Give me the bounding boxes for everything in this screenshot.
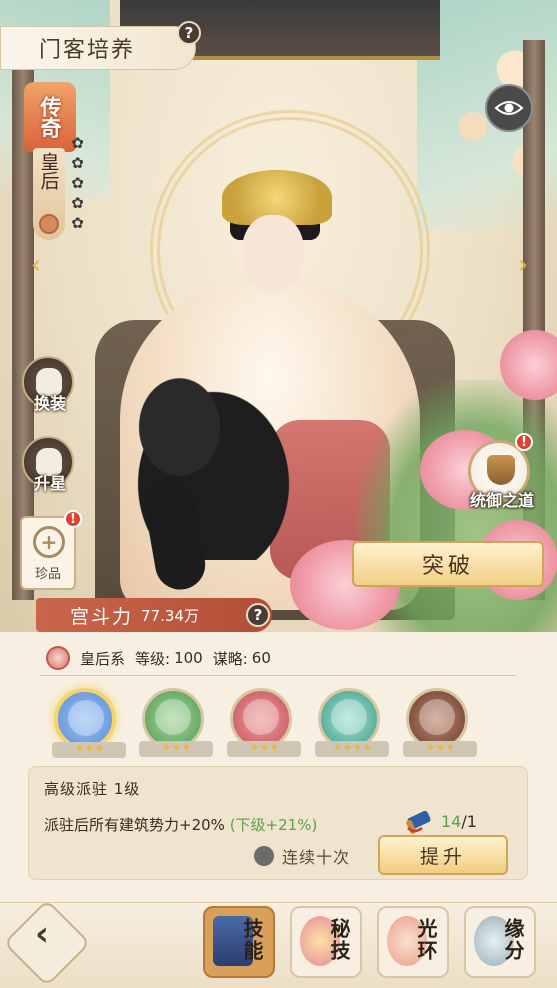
view-toggle-button[interactable] [485, 84, 533, 132]
tab-aura-label: 光环 [414, 918, 438, 962]
skill-stars: ✦✦✦ [227, 741, 301, 757]
treasure-button[interactable]: + 珍品 ! [20, 510, 82, 590]
command-way-icon [487, 455, 515, 485]
character-title: 皇后 [33, 148, 65, 240]
petal-icon: ✿ [71, 174, 84, 192]
skill-effect-text: 派驻后所有建筑势力+20% [44, 816, 225, 834]
character-title-text: 皇后 [37, 152, 60, 190]
skill-icon [331, 699, 367, 735]
skill-slot-3[interactable]: ✦✦✦ [227, 688, 301, 757]
petal-icon: ✿ [71, 154, 84, 172]
seal-icon [39, 214, 59, 234]
treasure-label: 珍品 [34, 567, 61, 582]
skill-icon [243, 699, 279, 735]
help-icon[interactable]: ? [177, 21, 201, 45]
command-way-button[interactable]: 统御之道 ! [468, 433, 534, 510]
continuous-ten-label: 连续十次 [282, 848, 351, 867]
tab-secret-label: 秘技 [327, 918, 351, 962]
skill-detail-title: 高级派驻 1级 [44, 780, 141, 798]
skill-slot-2[interactable]: ✦✦✦ [139, 688, 213, 757]
skill-stars: ✦✦✦ [139, 741, 213, 757]
page-title-tab: 门客培养 ? [0, 21, 201, 70]
strategy-label: 谋略: [212, 649, 248, 668]
continuous-ten-toggle[interactable]: 连续十次 [254, 845, 350, 867]
strategy-value: 60 [251, 649, 271, 667]
black-cat [120, 370, 290, 560]
scroll-item-icon [406, 810, 431, 834]
item-count: 14/1 [441, 812, 477, 831]
item-need: /1 [461, 812, 477, 831]
divider [40, 675, 516, 676]
skill-slot-1[interactable]: ✦✦✦ [52, 688, 126, 758]
power-value: 77.34万 [141, 606, 199, 625]
petal-icon: ✿ [71, 134, 84, 152]
attribute-line: 皇后系 等级: 100 谋略: 60 [46, 646, 271, 670]
change-outfit-label: 换装 [33, 394, 66, 413]
upgrade-button[interactable]: 提升 [378, 835, 508, 875]
power-ribbon: 宫斗力 77.34万 ? [36, 598, 272, 632]
breakthrough-button[interactable]: 突破 [352, 541, 544, 587]
tab-fate-label: 缘分 [501, 918, 525, 962]
skill-slot-4[interactable]: ✦✦✦✦ [315, 688, 389, 757]
skill-next-level-text: (下级+21%) [229, 816, 318, 834]
treasure-alert-badge: ! [64, 510, 82, 528]
treasure-icon: + [33, 526, 65, 558]
power-help-icon[interactable]: ? [246, 603, 270, 627]
petal-icon: ✿ [71, 214, 84, 232]
eye-icon [494, 101, 524, 115]
skill-stars: ✦✦✦ [52, 742, 126, 758]
star-up-button[interactable]: 升星 [22, 436, 74, 493]
tab-skills-label: 技能 [240, 918, 264, 962]
next-character-arrow-icon[interactable]: › [513, 252, 533, 278]
page-title: 门客培养 [39, 38, 136, 63]
item-have: 14 [441, 812, 462, 831]
level-value: 100 [174, 649, 203, 667]
level-label: 等级: [135, 649, 171, 668]
checkbox-icon[interactable] [254, 846, 274, 866]
prev-character-arrow-icon[interactable]: ‹ [26, 252, 46, 278]
command-way-alert-badge: ! [515, 433, 533, 451]
petal-icon: ✿ [71, 194, 84, 212]
skill-stars: ✦✦✦✦ [315, 741, 389, 757]
command-way-label: 统御之道 [469, 491, 534, 510]
power-label: 宫斗力 [70, 605, 134, 628]
change-outfit-button[interactable]: 换装 [22, 356, 74, 413]
skill-icon [419, 699, 455, 735]
skill-slot-5[interactable]: ✦✦✦ [403, 688, 477, 757]
tab-aura[interactable]: 光环 [377, 906, 449, 978]
faction-label: 皇后系 [80, 649, 126, 668]
skill-icon [68, 700, 104, 736]
star-up-label: 升星 [33, 474, 66, 493]
back-arrow-icon: ‹ [35, 913, 50, 954]
rarity-badge: 传奇 [24, 82, 76, 152]
tab-skills[interactable]: 技能 [203, 906, 275, 978]
skill-stars: ✦✦✦ [403, 741, 477, 757]
star-petals: ✿ ✿ ✿ ✿ ✿ [70, 136, 88, 236]
tab-secret[interactable]: 秘技 [290, 906, 362, 978]
skill-icon [155, 699, 191, 735]
character-face [242, 215, 304, 293]
skill-detail-description: 派驻后所有建筑势力+20% (下级+21%) [44, 814, 344, 836]
faction-emblem-icon [46, 646, 70, 670]
tab-fate[interactable]: 缘分 [464, 906, 536, 978]
